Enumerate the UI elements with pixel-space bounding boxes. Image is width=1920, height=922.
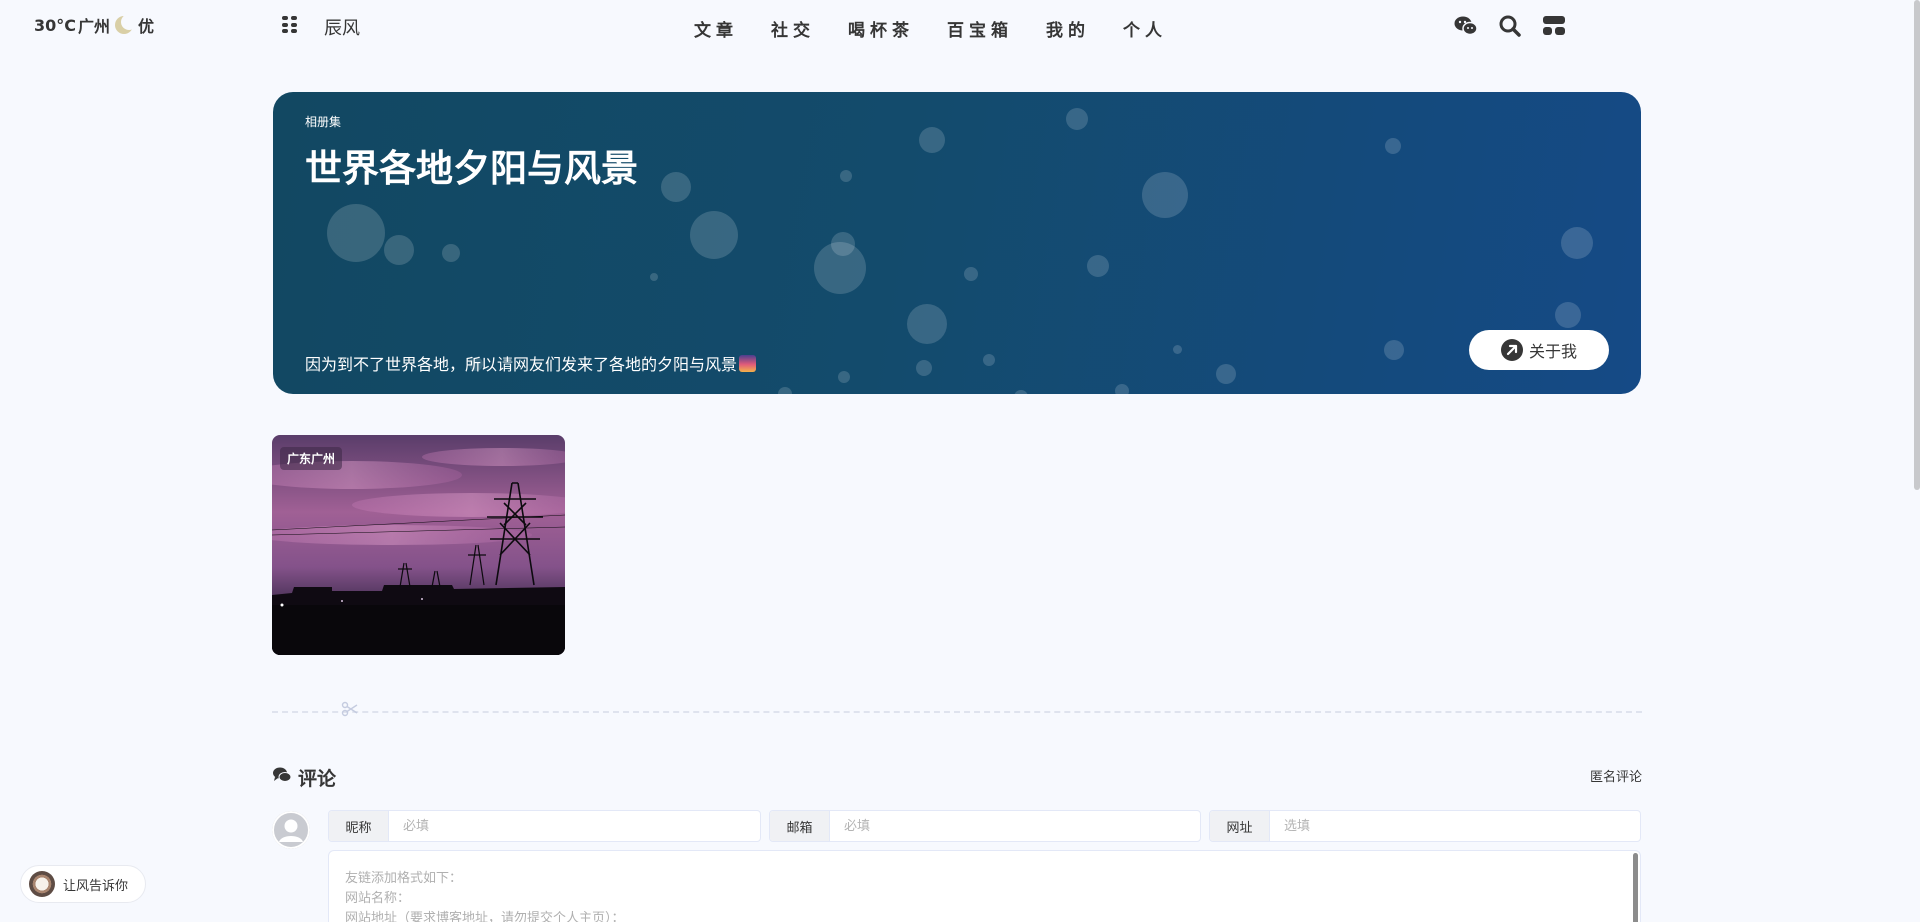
nickname-label: 昵称 [329, 811, 389, 841]
website-field: 网址 [1209, 810, 1641, 842]
about-me-label: 关于我 [1528, 342, 1577, 361]
album-hero-banner: 相册集 世界各地夕阳与风景 因为到不了世界各地，所以请网友们发来了各地的夕阳与风… [273, 92, 1641, 394]
moon-icon [114, 14, 138, 35]
page-scrollbar[interactable] [1914, 0, 1920, 490]
comment-textarea[interactable]: 友链添加格式如下： 网站名称： 网站地址（要求博客地址，请勿提交个人主页）： [328, 850, 1641, 922]
search-icon[interactable] [1496, 12, 1524, 40]
textarea-scrollbar[interactable] [1633, 853, 1638, 922]
about-me-button[interactable]: 关于我 [1469, 330, 1609, 370]
app-grid-icon[interactable] [282, 16, 298, 34]
nav-right-icons [1452, 12, 1568, 40]
email-label: 邮箱 [770, 811, 830, 841]
comments-title: 评论 [298, 768, 337, 790]
textarea-placeholder-line: 友链添加格式如下： [345, 871, 463, 886]
nav-item-social[interactable]: 社交 [771, 16, 815, 41]
top-navbar: 30°C 广州 优 辰风 文章 社交 喝杯茶 百宝箱 我的 个人 [0, 0, 1920, 54]
chat-widget-button[interactable]: 让风告诉你 [20, 865, 146, 903]
comments-heading: 评论 [272, 764, 336, 791]
anonymous-comment-link[interactable]: 匿名评论 [1590, 766, 1642, 785]
main-nav: 文章 社交 喝杯茶 百宝箱 我的 个人 [694, 16, 1200, 41]
nav-item-mine[interactable]: 我的 [1046, 16, 1090, 41]
website-label: 网址 [1210, 811, 1270, 841]
weather-widget[interactable]: 30°C 广州 优 [34, 13, 154, 37]
textarea-placeholder-line: 网站地址（要求博客地址，请勿提交个人主页）： [345, 911, 625, 922]
email-field: 邮箱 [769, 810, 1201, 842]
website-input[interactable] [1270, 811, 1640, 841]
nickname-input[interactable] [389, 811, 760, 841]
scissors-icon [341, 700, 359, 718]
chat-widget-label: 让风告诉你 [63, 878, 129, 894]
arrow-up-right-icon [1500, 339, 1523, 361]
hero-category-tag: 相册集 [305, 115, 342, 129]
hero-description-text: 因为到不了世界各地，所以请网友们发来了各地的夕阳与风景 [305, 355, 738, 374]
console-icon[interactable] [1540, 12, 1568, 40]
sunset-emoji-icon [739, 354, 757, 372]
chat-avatar [29, 871, 55, 897]
photo-location-tag: 广东广州 [280, 447, 343, 470]
nav-item-articles[interactable]: 文章 [694, 16, 738, 41]
textarea-placeholder-line: 网站名称： [345, 891, 411, 906]
section-divider [272, 711, 1642, 713]
weather-temp: 30°C [34, 15, 77, 35]
photo-card[interactable]: 广东广州 [272, 435, 565, 655]
hero-description: 因为到不了世界各地，所以请网友们发来了各地的夕阳与风景 [305, 351, 757, 375]
weather-city: 广州 [78, 17, 111, 36]
site-name[interactable]: 辰风 [324, 14, 360, 40]
email-input[interactable] [830, 811, 1200, 841]
default-avatar [272, 811, 310, 849]
wechat-icon[interactable] [1452, 12, 1480, 40]
nav-item-toolbox[interactable]: 百宝箱 [947, 16, 1013, 41]
nickname-field: 昵称 [328, 810, 761, 842]
hero-title: 世界各地夕阳与风景 [305, 147, 638, 190]
nav-item-tea[interactable]: 喝杯茶 [848, 16, 914, 41]
nav-item-personal[interactable]: 个人 [1123, 16, 1167, 41]
air-quality: 优 [138, 17, 155, 36]
comments-icon [272, 766, 292, 789]
